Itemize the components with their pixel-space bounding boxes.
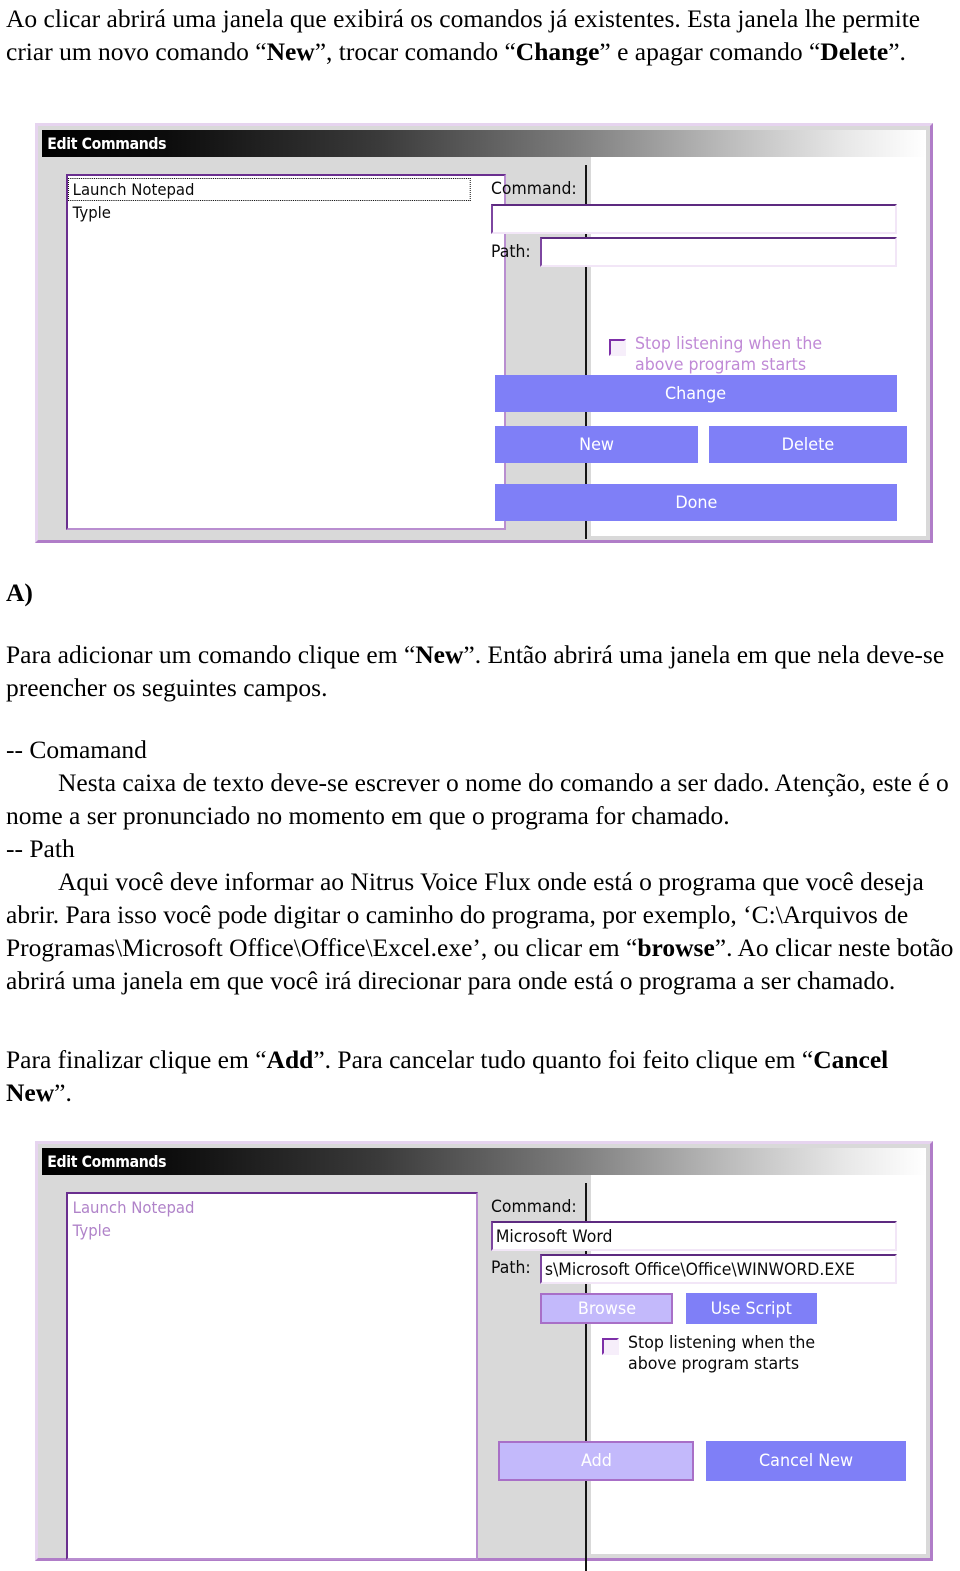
checkbox-icon[interactable] — [602, 1338, 619, 1355]
path-label: Path: — [491, 1258, 531, 1278]
window-title: Edit Commands — [47, 1152, 167, 1171]
command-input[interactable] — [491, 204, 897, 234]
list-item[interactable]: Launch Notepad — [68, 1196, 447, 1219]
browse-button-label: Browse — [577, 1298, 636, 1319]
delete-button[interactable]: Delete — [709, 426, 907, 463]
path-input-value: s\Microsoft Office\Office\WINWORD.EXE — [544, 1259, 855, 1279]
stop-listening-label: Stop listening when the above program st… — [635, 334, 822, 376]
new-button[interactable]: New — [495, 426, 698, 463]
edit-commands-dialog-new-state: Edit Commands Launch Notepad Typle Comma… — [35, 1141, 933, 1571]
paragraph-add-command: Para adicionar um comando clique em “New… — [6, 638, 954, 704]
list-item[interactable]: Typle — [68, 1219, 447, 1242]
dialog-body: Launch Notepad Typle Command: Microsoft … — [42, 1175, 926, 1571]
change-button[interactable]: Change — [495, 375, 897, 412]
add-button[interactable]: Add — [498, 1441, 694, 1481]
use-script-button[interactable]: Use Script — [686, 1293, 817, 1324]
new-button-label: New — [579, 434, 614, 455]
comamand-body: Nesta caixa de texto deve-se escrever o … — [6, 766, 954, 832]
change-button-label: Change — [665, 383, 727, 404]
commands-listbox[interactable]: Launch Notepad Typle — [66, 1192, 478, 1560]
delete-button-label: Delete — [781, 434, 835, 455]
command-input-value: Microsoft Word — [495, 1226, 613, 1246]
parad-text-part1: Para finalizar clique em “ — [6, 1045, 267, 1074]
command-label: Command: — [491, 1197, 577, 1217]
stop-listening-label-line2: above program starts — [628, 1354, 800, 1374]
checkbox-icon[interactable] — [609, 339, 626, 356]
stop-listening-label: Stop listening when the above program st… — [628, 1333, 815, 1375]
section-a-label: A) — [6, 578, 33, 607]
parad-bold-add: Add — [266, 1045, 314, 1074]
parad-text-part3: ”. — [54, 1078, 72, 1107]
path-input[interactable] — [540, 237, 897, 267]
add-button-label: Add — [580, 1451, 612, 1471]
intro-bold-delete: Delete — [820, 37, 889, 66]
edit-commands-dialog-browse-state: Edit Commands Launch Notepad Typle Comma… — [35, 123, 933, 543]
dialog-body: Launch Notepad Typle Command: Path: Stop… — [42, 157, 926, 539]
stop-listening-label-line1: Stop listening when the — [628, 1333, 816, 1353]
comamand-body-text: Nesta caixa de texto deve-se escrever o … — [6, 768, 949, 830]
parab-text-part1: Para adicionar um comando clique em “ — [6, 640, 416, 669]
done-button-label: Done — [674, 492, 718, 513]
intro-bold-new: New — [266, 37, 315, 66]
use-script-button-label: Use Script — [710, 1298, 793, 1319]
browse-button[interactable]: Browse — [540, 1293, 673, 1324]
window-title: Edit Commands — [47, 134, 167, 153]
commands-listbox[interactable]: Launch Notepad Typle — [66, 174, 506, 530]
comamand-heading: -- Comamand — [6, 735, 147, 764]
command-input[interactable]: Microsoft Word — [491, 1221, 897, 1251]
path-heading: -- Path — [6, 834, 75, 863]
intro-text-part3: ” e apagar comando “ — [599, 37, 821, 66]
path-input[interactable]: s\Microsoft Office\Office\WINWORD.EXE — [540, 1254, 897, 1284]
intro-bold-change: Change — [515, 37, 600, 66]
list-item[interactable]: Typle — [68, 201, 473, 224]
path-body: Aqui você deve informar ao Nitrus Voice … — [6, 865, 954, 997]
cancel-new-button[interactable]: Cancel New — [706, 1441, 906, 1481]
intro-text-part4: ”. — [888, 37, 906, 66]
stop-listening-label-line2: above program starts — [635, 355, 807, 375]
titlebar: Edit Commands — [42, 130, 926, 157]
intro-text-part2: ”, trocar comando “ — [314, 37, 516, 66]
path-label: Path: — [491, 242, 531, 262]
done-button[interactable]: Done — [495, 484, 897, 521]
parad-text-part2: ”. Para cancelar tudo quanto foi feito c… — [313, 1045, 814, 1074]
paragraph-finalize: Para finalizar clique em “Add”. Para can… — [6, 1043, 954, 1109]
paragraph-fields-description: -- Comamand Nesta caixa de texto deve-se… — [6, 733, 954, 997]
titlebar: Edit Commands — [42, 1148, 926, 1175]
command-label: Command: — [491, 179, 577, 199]
cancel-new-button-label: Cancel New — [758, 1451, 854, 1471]
stop-listening-checkbox-row[interactable]: Stop listening when the above program st… — [609, 334, 836, 376]
stop-listening-label-line1: Stop listening when the — [635, 334, 823, 354]
intro-paragraph: Ao clicar abrirá uma janela que exibirá … — [6, 2, 954, 68]
stop-listening-checkbox-row[interactable]: Stop listening when the above program st… — [602, 1333, 829, 1375]
parab-bold-new: New — [415, 640, 464, 669]
list-item[interactable]: Launch Notepad — [68, 178, 471, 201]
path-bold-browse: browse — [637, 933, 715, 962]
